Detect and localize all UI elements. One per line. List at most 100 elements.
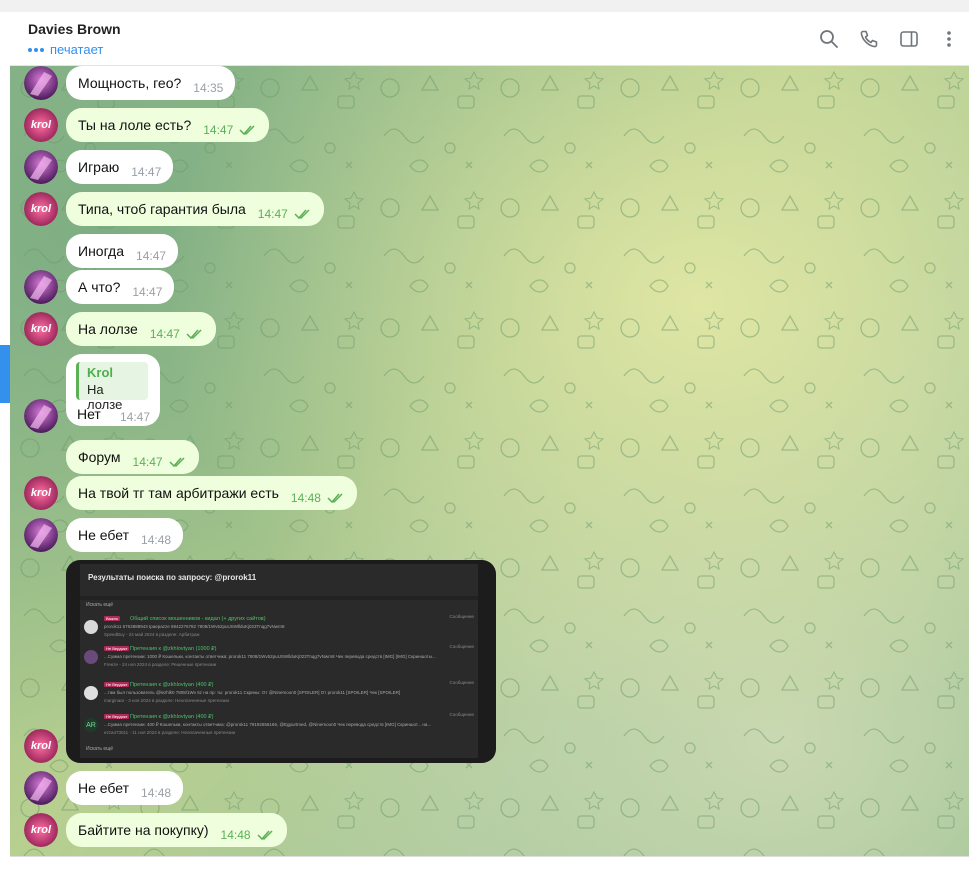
message-outgoing[interactable]: На твой тг там арбитражи есть 14:48 [66,476,357,510]
message-incoming[interactable]: Мощность, гео? 14:35 [66,66,236,100]
message-text: А что? [78,279,121,295]
results-more-label: Искать ещё [86,746,114,752]
phone-icon [860,30,878,48]
read-checkmarks-icon [239,124,255,135]
sidebar-toggle-button[interactable] [889,19,929,59]
typing-status-text: печатает [50,42,104,57]
result-meta: Freeze - 24 ноя 2024 в разделе: Решенные… [104,662,217,667]
more-vertical-icon [947,31,951,47]
header-actions [809,12,969,66]
avatar-self[interactable]: krol [24,813,58,847]
message-time: 14:35 [193,81,224,95]
message-text: Байтите на покупку) [78,822,209,838]
message-incoming-reply[interactable]: Krol На лолзе Нет 14:47 [66,354,160,426]
avatar-label: krol [30,740,52,752]
avatar-contact[interactable] [24,771,58,805]
avatar-self[interactable]: krol [24,192,58,226]
avatar-contact[interactable] [24,150,58,184]
avatar-self[interactable]: krol [24,312,58,346]
typing-dots-icon [28,47,44,52]
avatar-label: krol [30,487,52,499]
result-snippet: ...Сумма претензии: 400 ₽ Кошельки, конт… [104,722,432,727]
avatar-contact[interactable] [24,270,58,304]
typing-status: печатает [28,42,103,57]
message-time: 14:47 [149,327,180,341]
message-time: 14:47 [257,207,288,221]
message-text: На твой тг там арбитражи есть [78,485,279,501]
left-panel-active-indicator[interactable] [0,345,10,403]
avatar-self[interactable]: krol [24,108,58,142]
avatar-label: krol [30,119,52,131]
result-snippet: ...Сумма претензии: 1000 ₽ Кошельки, кон… [104,654,436,659]
result-title: Претензия к @zkhlovtyan (400 ₽) [130,714,214,720]
result-kind: Сообщение [449,614,475,619]
message-text: Иногда [78,243,125,259]
avatar-contact[interactable] [24,518,58,552]
result-snippet: ...там был пользователь @lezhlk0 7808/1W… [104,690,401,695]
read-checkmarks-icon [294,208,310,219]
sidebar-panel-icon [900,31,918,47]
message-time: 14:47 [131,165,162,179]
avatar-contact[interactable] [24,399,58,433]
call-button[interactable] [849,19,889,59]
result-kind: Сообщение [449,680,475,685]
read-checkmarks-icon [257,829,273,840]
window-top-strip [0,0,969,12]
result-kind: Сообщение [449,712,475,717]
composer-edge [10,856,969,869]
message-text: Форум [78,449,121,465]
message-outgoing[interactable]: Байтите на покупку) 14:48 [66,813,287,847]
message-incoming[interactable]: Играю 14:47 [66,150,174,184]
avatar-contact[interactable] [24,66,58,100]
message-outgoing[interactable]: Форум 14:47 [66,440,199,474]
result-avatar-icon [84,620,98,634]
contact-avatar-icon [24,150,58,184]
message-list[interactable]: Мощность, гео? 14:35 Ты на лоле есть? 14… [10,66,969,856]
results-divider [80,596,478,600]
message-outgoing[interactable]: Ты на лоле есть? 14:47 [66,108,270,142]
message-text: Играю [78,159,120,175]
avatar-self[interactable]: krol [24,729,58,763]
result-meta: SpeedBuy - 24 май 2024 в разделе: Арбитр… [104,632,200,637]
results-sort-label: Искать ещё [86,602,114,608]
quote-author: Krol [87,365,113,380]
result-tag: Не Вердикт [104,646,130,651]
result-item: AR Не Вердикт Претензия к @zkhlovtyan (4… [80,712,478,742]
search-results-screenshot: Результаты поиска по запросу: @prorok11 … [80,564,478,758]
result-title: Претензия к @zkhlovtyan (400 ₽) [130,682,214,688]
result-tag: Важно [104,616,121,621]
read-checkmarks-icon [186,328,202,339]
more-menu-button[interactable] [929,19,969,59]
message-text: Не ебет [78,780,130,796]
message-time: 14:48 [141,786,172,800]
message-incoming[interactable]: Не ебет 14:48 [66,518,184,552]
avatar-self[interactable]: krol [24,476,58,510]
contact-avatar-icon [24,399,58,433]
message-text: Нет [77,406,101,422]
result-avatar-icon: AR [84,718,98,732]
message-incoming[interactable]: Иногда 14:47 [66,234,179,268]
message-time: 14:47 [132,455,163,469]
message-text: Типа, чтоб гарантия была [78,201,246,217]
read-checkmarks-icon [327,492,343,503]
message-incoming[interactable]: А что? 14:47 [66,270,175,304]
result-title: Общий список мошенников - кидал (+ други… [130,616,266,622]
image-message[interactable]: Результаты поиска по запросу: @prorok11 … [66,560,496,763]
contact-avatar-icon [24,66,58,100]
message-time: 14:47 [203,123,234,137]
message-time: 14:48 [290,491,321,505]
avatar-label: krol [30,323,52,335]
search-button[interactable] [809,19,849,59]
result-kind: Сообщение [449,644,475,649]
message-incoming[interactable]: Не ебет 14:48 [66,771,184,805]
message-outgoing[interactable]: Типа, чтоб гарантия была 14:47 [66,192,324,226]
message-outgoing[interactable]: На лолзе 14:47 [66,312,216,346]
result-meta: marginaar - 3 ноя 2024 в разделе: Неопла… [104,698,230,703]
message-time: 14:48 [220,828,251,842]
result-avatar-icon [84,686,98,700]
reply-quote[interactable]: Krol На лолзе [76,362,148,412]
message-text: Ты на лоле есть? [78,117,192,133]
contact-name[interactable]: Davies Brown [28,21,121,37]
result-meta: ezza473011 - 11 ноя 2024 в разделе: Неоп… [104,730,236,735]
read-checkmarks-icon [169,456,185,467]
